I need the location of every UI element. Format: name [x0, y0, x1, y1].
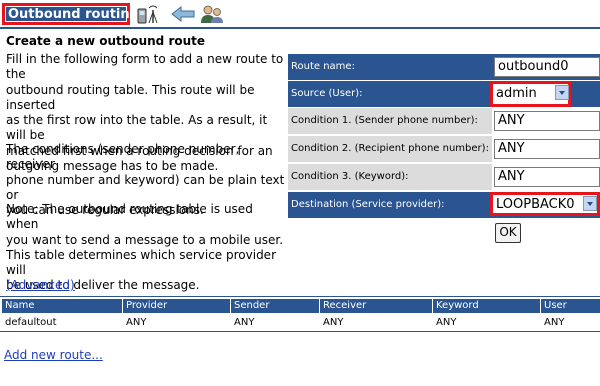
ok-button[interactable]: OK	[495, 223, 521, 243]
text-line: as the first row into the table. As a re…	[6, 113, 268, 143]
condition2-input[interactable]: ANY	[494, 139, 600, 159]
chevron-down-icon[interactable]	[583, 196, 597, 211]
column-header-sender: Sender	[231, 299, 319, 313]
table-bottom-rule	[0, 331, 600, 332]
cell-keyword: ANY	[436, 317, 457, 328]
text-line: Fill in the following form to add a new …	[6, 52, 284, 82]
cell-user: ANY	[544, 317, 565, 328]
condition1-label: Condition 1. (Sender phone number):	[288, 108, 492, 134]
route-name-label: Route name:	[288, 54, 492, 80]
advanced-link[interactable]: (Advanced)	[6, 278, 75, 292]
page-title: Outbound routing	[6, 7, 139, 22]
phone-antenna-icon[interactable]	[136, 4, 160, 24]
text-line: Note: The outbound routing table is used…	[6, 202, 253, 232]
destination-label: Destination (Service provider):	[288, 192, 492, 218]
add-new-route-link[interactable]: Add new route...	[4, 348, 103, 362]
cell-receiver: ANY	[323, 317, 344, 328]
source-label: Source (User):	[288, 81, 492, 107]
header-divider	[0, 27, 600, 29]
destination-select-value: LOOPBACK0	[496, 197, 575, 212]
section-heading: Create a new outbound route	[6, 34, 206, 48]
text-line: outbound routing table. This route will …	[6, 82, 255, 112]
source-select[interactable]: admin	[490, 81, 571, 107]
route-name-input[interactable]: outbound0	[494, 57, 600, 77]
text-line: phone number and keyword) can be plain t…	[6, 172, 285, 202]
back-arrow-icon[interactable]	[170, 4, 196, 24]
condition3-label: Condition 3. (Keyword):	[288, 164, 492, 190]
chevron-down-icon[interactable]	[555, 85, 569, 100]
text-line: This table determines which service prov…	[6, 247, 276, 278]
column-header-user: User	[541, 299, 600, 313]
page-title-frame: Outbound routing	[2, 3, 139, 25]
cell-name[interactable]: defaultout	[5, 316, 57, 330]
cell-sender: ANY	[234, 317, 255, 328]
text-line: you want to send a message to a mobile u…	[6, 232, 284, 247]
condition3-input[interactable]: ANY	[494, 167, 600, 187]
cell-provider: ANY	[126, 317, 147, 328]
table-top-rule	[0, 296, 600, 297]
source-select-value: admin	[496, 86, 537, 101]
column-header-provider: Provider	[123, 299, 230, 313]
condition2-label: Condition 2. (Recipient phone number):	[288, 136, 492, 162]
destination-select[interactable]: LOOPBACK0	[490, 192, 600, 216]
users-icon[interactable]	[200, 4, 224, 24]
column-header-receiver: Receiver	[320, 299, 432, 313]
column-header-keyword: Keyword	[433, 299, 540, 313]
condition1-input[interactable]: ANY	[494, 111, 600, 131]
text-line: The conditions (sender phone number, rec…	[6, 142, 240, 172]
column-header-name: Name	[2, 299, 122, 313]
